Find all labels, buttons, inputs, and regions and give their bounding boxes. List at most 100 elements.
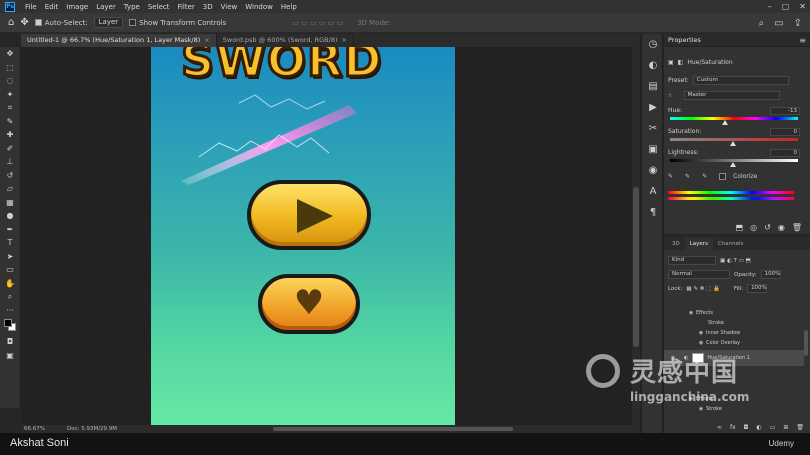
tab-close-icon[interactable]: × [204,36,209,44]
lightness-value-field[interactable]: 0 [770,149,800,157]
canvas-area[interactable]: SWORD ♥ [21,47,632,425]
tab-sword[interactable]: Sword.psb @ 600% (Sword, RGB/8) × [216,34,354,47]
layer-effect-row[interactable]: ◉ Stroke [664,404,804,414]
menu-image[interactable]: Image [62,3,92,11]
tab-close-icon[interactable]: × [341,36,346,44]
eye-icon[interactable]: ◉ [686,396,696,402]
eye-icon[interactable]: ◉ [668,355,678,361]
fill-field[interactable]: 100% [747,284,768,293]
close-icon[interactable]: ✕ [799,2,806,11]
layer-effect-row[interactable]: Stroke [664,318,804,328]
maximize-icon[interactable]: ▢ [782,2,790,11]
new-layer-icon[interactable]: ⊞ [783,424,788,431]
menu-file[interactable]: File [21,3,41,11]
filter-icons[interactable]: ▣ ◐ T ▭ ⬒ [720,258,751,264]
adjustment-layer-icon[interactable]: ◐ [756,424,761,431]
play-button[interactable] [247,180,371,250]
more-tools-icon[interactable]: ··· [0,304,20,318]
transform-controls-toggle[interactable]: Show Transform Controls [129,19,226,27]
canvas-vertical-scrollbar[interactable] [632,47,640,425]
favorite-button[interactable]: ♥ [258,274,360,334]
saturation-slider-thumb[interactable] [730,141,736,146]
adjustments-panel-icon[interactable]: ◐ [642,55,664,76]
eye-icon[interactable]: ◉ [696,406,706,412]
canvas-horizontal-scrollbar[interactable] [273,427,513,431]
layer-row-selected[interactable]: ◉ ◐ Hue/Saturation 1 [664,350,804,366]
reset-icon[interactable]: ↺ [764,223,771,232]
dodge-tool-icon[interactable]: ● [0,209,20,223]
healing-brush-tool-icon[interactable]: ✚ [0,128,20,142]
auto-select-checkbox[interactable] [34,19,42,26]
layer-filter-dropdown[interactable]: Kind [668,256,716,265]
scrollbar-thumb[interactable] [633,187,639,347]
hand-tool-icon[interactable]: ✋ [0,277,20,291]
move-tool-icon[interactable]: ✥ [0,47,20,61]
menu-layer[interactable]: Layer [92,3,120,11]
properties-title[interactable]: Properties [668,36,701,44]
tab-3d[interactable]: 3D [667,238,685,250]
styles-panel-icon[interactable]: ◉ [642,160,664,181]
transform-controls-checkbox[interactable] [129,19,137,26]
view-previous-icon[interactable]: ◎ [750,223,757,232]
eye-icon[interactable]: ◉ [696,340,706,346]
path-selection-tool-icon[interactable]: ➤ [0,250,20,264]
menu-window[interactable]: Window [241,3,277,11]
minimize-icon[interactable]: – [768,2,772,11]
menu-help[interactable]: Help [277,3,301,11]
auto-select-toggle[interactable]: Auto-Select: [34,19,88,27]
link-layers-icon[interactable]: ∞ [717,424,722,431]
blend-mode-dropdown[interactable]: Normal [668,270,730,279]
layer-mask-thumbnail[interactable] [692,353,705,363]
menu-edit[interactable]: Edit [41,3,63,11]
layer-name[interactable]: Hue/Saturation 1 [707,355,750,361]
zoom-tool-icon[interactable]: ⌕ [0,290,20,304]
eye-icon[interactable]: ◉ [696,330,706,336]
fx-icon[interactable]: fx [730,424,736,431]
eyedropper-plus-icon[interactable]: ✎ [685,173,690,180]
layer-effect-row[interactable]: ◉ Color Overlay [664,338,804,348]
marquee-tool-icon[interactable]: ⬚ [0,61,20,75]
share-icon[interactable]: ⇪ [794,18,802,29]
artboard[interactable]: SWORD ♥ [151,47,455,425]
new-group-icon[interactable]: ▭ [770,424,776,431]
tab-layers[interactable]: Layers [684,238,713,250]
layer-effect-row[interactable]: ◉ Inner Shadow [664,328,804,338]
visibility-icon[interactable]: ◉ [778,223,785,232]
panel-menu-icon[interactable]: ≡ [799,36,806,45]
layers-scrollbar[interactable] [804,330,808,356]
colorize-checkbox[interactable] [719,173,727,180]
screen-mode-icon[interactable]: ▣ [0,349,20,363]
paths-panel-icon[interactable]: ▣ [642,139,664,160]
auto-select-target-dropdown[interactable]: Layer [93,17,124,28]
lasso-tool-icon[interactable]: ◌ [0,74,20,88]
menu-filter[interactable]: Filter [173,3,198,11]
saturation-value-field[interactable]: 0 [770,128,800,136]
eyedropper-icon[interactable]: ✎ [668,173,673,180]
hand-adjust-icon[interactable]: ☝ [668,92,672,99]
eyedropper-tool-icon[interactable]: ✎ [0,115,20,129]
tools-panel-icon[interactable]: ✂ [642,118,664,139]
delete-icon[interactable]: 🗑 [792,223,802,232]
tab-untitled[interactable]: Untitled-1 @ 66.7% (Hue/Saturation 1, La… [21,34,217,47]
layer-effect-row[interactable]: ◉ Effects [664,394,804,404]
hue-slider-thumb[interactable] [722,120,728,125]
brush-tool-icon[interactable]: ✐ [0,142,20,156]
lightness-slider-thumb[interactable] [730,162,736,167]
paragraph-panel-icon[interactable]: ¶ [642,202,664,223]
tab-channels[interactable]: Channels [713,238,748,250]
color-swatches[interactable] [0,317,19,335]
history-brush-tool-icon[interactable]: ↺ [0,169,20,183]
foreground-color-swatch[interactable] [4,319,12,327]
clip-to-layer-icon[interactable]: ⬒ [736,223,744,232]
eyedropper-minus-icon[interactable]: ✎ [702,173,707,180]
home-icon[interactable]: ⌂ [8,17,14,28]
stamp-tool-icon[interactable]: ⊥ [0,155,20,169]
crop-tool-icon[interactable]: ⌗ [0,101,20,115]
zoom-level[interactable]: 66.67% [24,426,45,432]
libraries-panel-icon[interactable]: ▤ [642,76,664,97]
character-panel-icon[interactable]: A [642,181,664,202]
layer-effect-row[interactable]: ◉ Effects [664,308,804,318]
menu-type[interactable]: Type [120,3,144,11]
search-icon[interactable]: ⌕ [759,18,765,29]
move-tool-icon[interactable]: ✥ [20,17,28,28]
